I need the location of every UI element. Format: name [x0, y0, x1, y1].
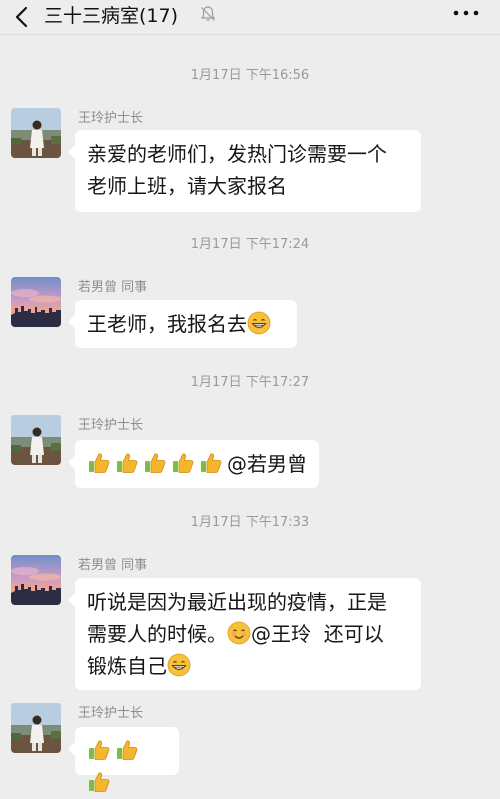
sender-name: 王玲护士长: [78, 706, 144, 721]
sender-name: 王玲护士长: [78, 418, 144, 433]
mention-text: @王玲 还可以: [251, 622, 384, 646]
avatar[interactable]: [11, 108, 61, 158]
grin-emoji-icon: [247, 311, 271, 335]
message-timestamp: 1月17日 下午16:56: [190, 68, 310, 83]
avatar[interactable]: [11, 703, 61, 753]
message-bubble[interactable]: 王老师，我报名去: [68, 300, 297, 348]
sender-name: 若男曾 同事: [78, 280, 148, 295]
thumbs-up-row: [87, 739, 143, 795]
sender-name: 若男曾 同事: [78, 558, 148, 573]
nurse-photo-avatar: [11, 703, 61, 753]
avatar[interactable]: [11, 555, 61, 605]
thumbs-up-icon: [87, 770, 111, 794]
message-text: 听说是因为最近出现的疫情，正是: [87, 590, 387, 614]
message-timestamp: 1月17日 下午17:24: [190, 237, 310, 252]
thumbs-up-icon: [115, 738, 139, 762]
message-text: 王老师，我报名去: [87, 312, 247, 336]
chevron-left-icon[interactable]: [10, 4, 36, 30]
chat-header: 三十三病室(17): [0, 0, 500, 35]
message-text: 亲爱的老师们，发热门诊需要一个: [87, 142, 387, 166]
smile-emoji-icon: [227, 621, 251, 645]
avatar[interactable]: [11, 415, 61, 465]
nurse-photo-avatar: [11, 108, 61, 158]
thumbs-up-row: [87, 452, 227, 476]
thumbs-up-icon: [115, 451, 139, 475]
more-dots-icon[interactable]: [452, 6, 480, 20]
thumbs-up-icon: [143, 451, 167, 475]
thumbs-up-icon: [87, 738, 111, 762]
message-bubble[interactable]: 听说是因为最近出现的疫情，正是 需要人的时候。 @王玲 还可以 锻炼自己: [68, 578, 421, 690]
bell-off-icon: [200, 6, 216, 21]
message-timestamp: 1月17日 下午17:33: [190, 515, 310, 530]
chat-title: 三十三病室(17): [44, 5, 179, 27]
thumbs-up-icon: [171, 451, 195, 475]
thumbs-up-icon: [199, 451, 223, 475]
message-timestamp: 1月17日 下午17:27: [190, 375, 310, 390]
avatar[interactable]: [11, 277, 61, 327]
message-text: 老师上班，请大家报名: [87, 174, 287, 198]
sunset-avatar: [11, 277, 61, 327]
sunset-avatar: [11, 555, 61, 605]
message-bubble[interactable]: @若男曾: [68, 440, 319, 488]
mention-text: @若男曾: [227, 452, 307, 476]
message-bubble[interactable]: 亲爱的老师们，发热门诊需要一个 老师上班，请大家报名: [68, 130, 421, 212]
message-text: 锻炼自己: [87, 654, 167, 678]
message-bubble[interactable]: [68, 727, 179, 775]
nurse-photo-avatar: [11, 415, 61, 465]
sender-name: 王玲护士长: [78, 111, 144, 126]
message-text: 需要人的时候。: [87, 622, 227, 646]
thumbs-up-icon: [87, 451, 111, 475]
grin-emoji-icon: [167, 653, 191, 677]
